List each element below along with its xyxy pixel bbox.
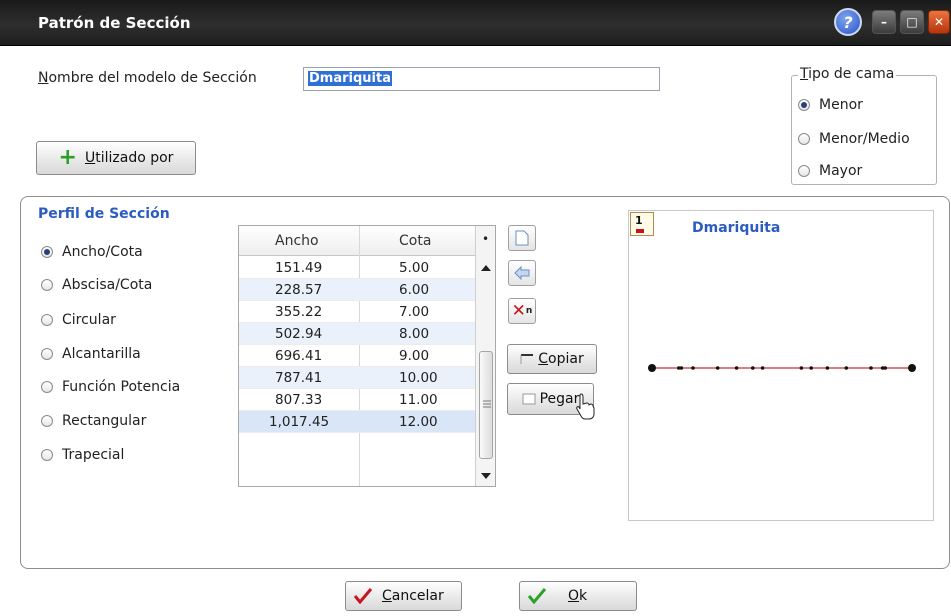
window-title: Patrón de Sección bbox=[38, 14, 191, 32]
profile-point bbox=[844, 366, 849, 370]
delete-icon: ✕ bbox=[511, 301, 526, 321]
profile-type-ancho-cota[interactable]: Ancho/Cota bbox=[41, 244, 143, 260]
profile-type-abscisa-cota[interactable]: Abscisa/Cota bbox=[41, 277, 152, 293]
radio-icon bbox=[41, 314, 53, 326]
profile-point bbox=[908, 364, 916, 372]
copy-icon bbox=[520, 354, 534, 364]
profile-panel-title: Perfil de Sección bbox=[38, 206, 170, 222]
ok-check-icon bbox=[528, 588, 546, 604]
section-name-value[interactable]: Dmariquita bbox=[308, 71, 392, 86]
profile-point bbox=[691, 366, 695, 370]
mouse-cursor-icon bbox=[576, 393, 595, 420]
section-preview: 1 bbox=[628, 210, 934, 521]
help-icon[interactable]: ? bbox=[834, 8, 862, 36]
arrow-left-icon bbox=[514, 266, 530, 280]
radio-icon bbox=[798, 133, 810, 145]
copy-button[interactable]: Copiar bbox=[507, 344, 597, 374]
section-name-input[interactable]: Dmariquita bbox=[303, 67, 660, 91]
radio-icon bbox=[41, 449, 53, 461]
ok-button[interactable]: Ok bbox=[519, 581, 637, 611]
column-menu-icon[interactable]: • bbox=[482, 232, 489, 246]
new-page-icon bbox=[515, 230, 529, 246]
radio-icon bbox=[41, 415, 53, 427]
radio-icon bbox=[798, 165, 810, 177]
used-by-button[interactable]: + Utilizado por bbox=[36, 141, 196, 175]
profile-plot bbox=[648, 364, 916, 372]
bed-type-option-menor[interactable]: Menor bbox=[798, 97, 863, 113]
section-name-label: Nombre del modelo de Sección bbox=[38, 70, 257, 86]
delete-row-button[interactable]: ✕ n bbox=[508, 298, 536, 324]
profile-point bbox=[648, 364, 656, 372]
profile-type-rectangular[interactable]: Rectangular bbox=[41, 413, 146, 429]
new-row-button[interactable] bbox=[508, 225, 536, 251]
minimize-button[interactable]: – bbox=[872, 10, 896, 34]
insert-row-button[interactable] bbox=[508, 260, 536, 286]
table-row-selected[interactable]: 1,017.45 12.00 bbox=[239, 411, 475, 433]
profile-point bbox=[809, 366, 813, 370]
maximize-button[interactable]: □ bbox=[900, 10, 924, 34]
bed-type-legend: Tipo de cama bbox=[798, 66, 897, 82]
cancel-check-icon bbox=[354, 588, 372, 604]
table-scrollbar[interactable]: • bbox=[475, 226, 495, 486]
column-header-ancho[interactable]: Ancho bbox=[275, 233, 319, 249]
column-header-cota[interactable]: Cota bbox=[399, 233, 431, 249]
preview-title: Dmariquita bbox=[692, 220, 781, 236]
section-table[interactable]: Ancho Cota 151.49 5.00 228.57 6.00 355.2… bbox=[238, 225, 496, 487]
profile-point bbox=[751, 366, 755, 370]
table-row-empty[interactable] bbox=[239, 433, 475, 455]
radio-selected-icon bbox=[798, 99, 810, 111]
profile-point bbox=[825, 366, 830, 370]
scroll-thumb[interactable] bbox=[479, 351, 493, 459]
table-row[interactable]: 696.41 9.00 bbox=[239, 345, 475, 367]
scroll-up-icon[interactable] bbox=[480, 264, 492, 272]
table-row[interactable]: 228.57 6.00 bbox=[239, 279, 475, 301]
table-row[interactable]: 502.94 8.00 bbox=[239, 323, 475, 345]
profile-point bbox=[734, 366, 739, 370]
profile-type-trapecial[interactable]: Trapecial bbox=[41, 447, 124, 463]
paste-icon bbox=[522, 393, 536, 405]
bed-type-option-mayor[interactable]: Mayor bbox=[798, 163, 862, 179]
profile-point bbox=[799, 366, 804, 370]
plus-icon: + bbox=[58, 145, 77, 170]
grip-icon bbox=[483, 400, 491, 408]
cancel-button[interactable]: Cancelar bbox=[345, 581, 462, 611]
profile-point bbox=[883, 366, 887, 370]
table-row[interactable]: 787.41 10.00 bbox=[239, 367, 475, 389]
table-header: Ancho Cota bbox=[239, 226, 475, 256]
title-bar: Patrón de Sección ? – □ ✕ bbox=[0, 0, 951, 46]
close-button[interactable]: ✕ bbox=[928, 10, 950, 34]
table-row[interactable]: 807.33 11.00 bbox=[239, 389, 475, 411]
profile-type-funcion-potencia[interactable]: Función Potencia bbox=[41, 379, 180, 395]
radio-icon bbox=[41, 279, 53, 291]
bed-type-option-menor-medio[interactable]: Menor/Medio bbox=[798, 131, 910, 147]
profile-point bbox=[760, 366, 765, 370]
scroll-down-icon[interactable] bbox=[480, 472, 492, 480]
radio-icon bbox=[41, 381, 53, 393]
profile-point bbox=[869, 366, 873, 370]
profile-point bbox=[677, 366, 681, 370]
table-row[interactable]: 355.22 7.00 bbox=[239, 301, 475, 323]
radio-icon bbox=[41, 348, 53, 360]
profile-point bbox=[715, 366, 720, 370]
profile-type-circular[interactable]: Circular bbox=[41, 312, 116, 328]
radio-selected-icon bbox=[41, 246, 53, 258]
table-row[interactable]: 151.49 5.00 bbox=[239, 257, 475, 279]
profile-type-alcantarilla[interactable]: Alcantarilla bbox=[41, 346, 141, 362]
